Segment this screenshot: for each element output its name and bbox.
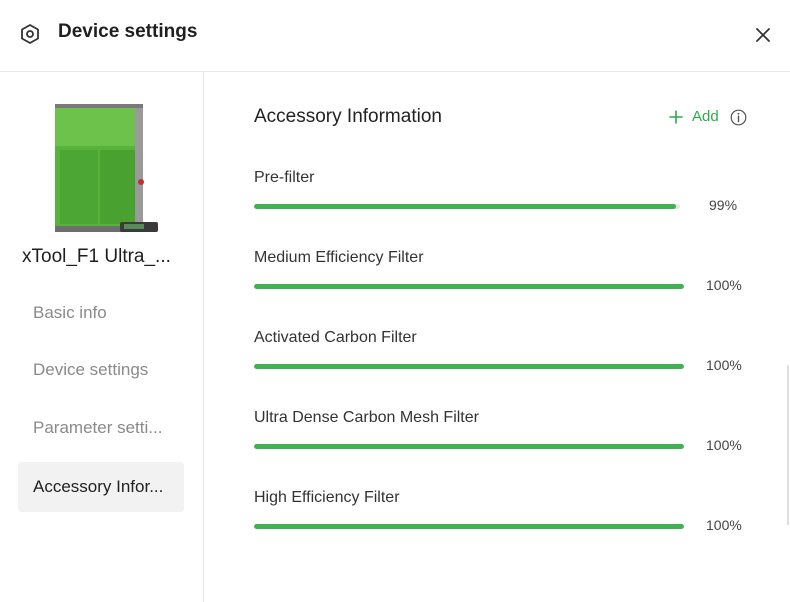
accessory-progress-bar xyxy=(254,364,684,369)
nav-basic-info[interactable]: Basic info xyxy=(18,288,184,338)
add-accessory-button[interactable]: Add xyxy=(669,108,719,125)
dialog-title: Device settings xyxy=(58,21,198,42)
plus-icon xyxy=(669,109,683,124)
accessory-progress-bar xyxy=(254,524,684,529)
accessory-percent: 100% xyxy=(706,357,742,373)
accessory-percent: 100% xyxy=(706,437,742,453)
accessory-progress-bar xyxy=(254,284,684,289)
sidebar: xTool_F1 Ultra_... Basic info Device set… xyxy=(0,72,204,602)
accessory-progress-fill xyxy=(254,444,684,449)
close-icon[interactable] xyxy=(752,24,774,46)
accessory-progress-fill xyxy=(254,204,676,209)
accessory-progress-fill xyxy=(254,284,684,289)
info-icon[interactable] xyxy=(730,109,747,126)
accessory-name: Activated Carbon Filter xyxy=(254,329,417,346)
accessory-progress-fill xyxy=(254,364,684,369)
accessory-percent: 100% xyxy=(706,517,742,533)
accessory-percent: 99% xyxy=(709,197,738,213)
accessory-name: High Efficiency Filter xyxy=(254,489,400,506)
accessory-progress-fill xyxy=(254,524,684,529)
accessory-item: Ultra Dense Carbon Mesh Filter 100% xyxy=(254,409,754,469)
accessory-item: Medium Efficiency Filter 100% xyxy=(254,249,754,309)
settings-icon xyxy=(21,24,39,44)
accessory-name: Ultra Dense Carbon Mesh Filter xyxy=(254,409,479,426)
accessory-progress-bar xyxy=(254,444,684,449)
accessory-item: Activated Carbon Filter 100% xyxy=(254,329,754,389)
accessory-name: Pre-filter xyxy=(254,169,315,186)
device-image xyxy=(55,104,158,232)
main-panel: Accessory Information Add Pre-filter 99%… xyxy=(204,72,790,602)
accessory-item: Pre-filter 99% xyxy=(254,169,754,229)
nav-parameter-settings[interactable]: Parameter setti... xyxy=(18,403,184,453)
nav-device-settings[interactable]: Device settings xyxy=(18,345,184,395)
nav-accessory-information[interactable]: Accessory Infor... xyxy=(18,462,184,512)
add-label: Add xyxy=(692,108,719,125)
section-title: Accessory Information xyxy=(254,106,442,127)
scrollbar[interactable] xyxy=(787,365,789,525)
accessory-name: Medium Efficiency Filter xyxy=(254,249,424,266)
accessory-percent: 100% xyxy=(706,277,742,293)
accessory-progress-bar xyxy=(254,204,680,209)
accessory-item: High Efficiency Filter 100% xyxy=(254,489,754,549)
device-name: xTool_F1 Ultra_... xyxy=(22,246,171,267)
dialog-header: Device settings xyxy=(0,0,790,72)
